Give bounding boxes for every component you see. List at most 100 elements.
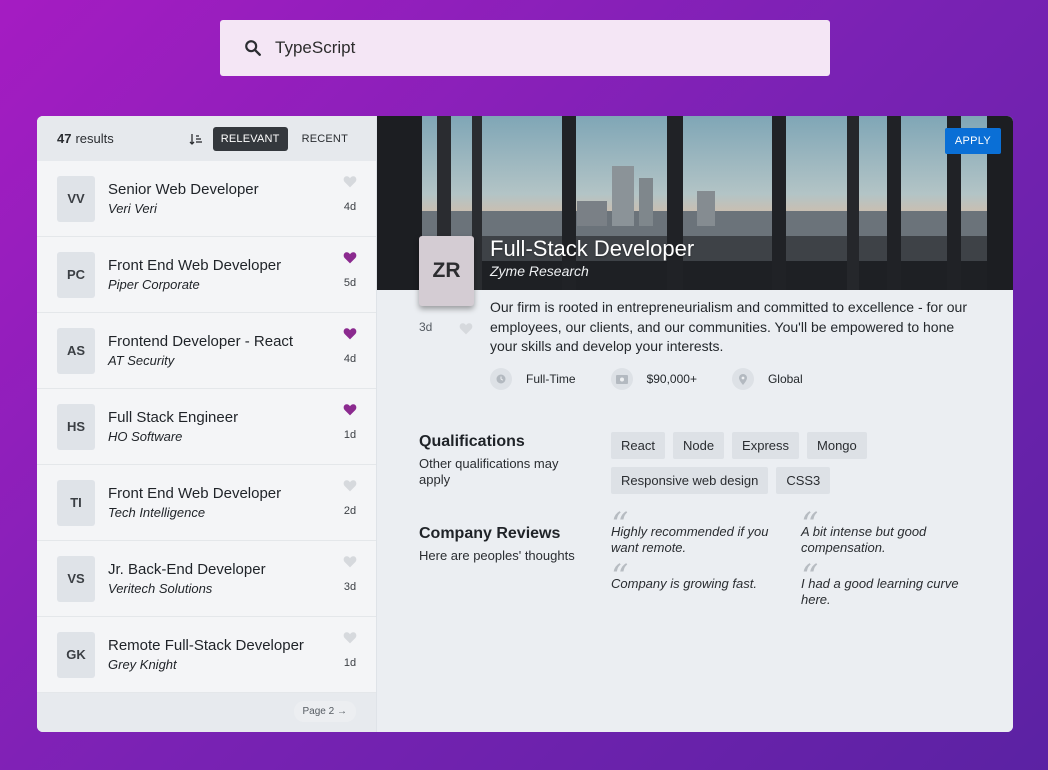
job-list-meta: 4d xyxy=(343,327,357,365)
job-list-text: Full Stack Engineer HO Software xyxy=(108,409,238,444)
fact-salary: $90,000+ xyxy=(610,368,697,390)
job-list-item[interactable]: VV Senior Web Developer Veri Veri 4d xyxy=(37,161,376,237)
job-list-title[interactable]: Front End Web Developer xyxy=(108,485,281,502)
review-quote: “Highly recommended if you want remote. xyxy=(611,508,801,556)
job-list-item[interactable]: GK Remote Full-Stack Developer Grey Knight… xyxy=(37,617,376,693)
company-avatar: HS xyxy=(57,403,95,450)
job-detail-panel: APPLY ZR Full-Stack Developer Zyme Resea… xyxy=(377,116,1013,732)
job-list-title[interactable]: Front End Web Developer xyxy=(108,257,281,274)
company-avatar: TI xyxy=(57,479,95,526)
heart-icon[interactable] xyxy=(343,479,357,492)
job-list-item[interactable]: AS Frontend Developer - React AT Security 4… xyxy=(37,313,376,389)
search-input[interactable]: TypeScript xyxy=(275,38,355,58)
apply-button[interactable]: APPLY xyxy=(944,128,1001,154)
job-list-meta: 4d xyxy=(343,175,357,213)
job-list-title[interactable]: Jr. Back-End Developer xyxy=(108,561,266,578)
heart-icon[interactable] xyxy=(343,403,357,416)
job-list-meta: 3d xyxy=(343,555,357,593)
qualification-tag: Responsive web design xyxy=(611,467,769,494)
company-avatar: PC xyxy=(57,251,95,298)
qualification-tag: Express xyxy=(732,432,800,459)
job-list-item[interactable]: TI Front End Web Developer Tech Intelligen… xyxy=(37,465,376,541)
job-list-meta: 1d xyxy=(343,631,357,669)
results-panel: 47 results RELEVANT RECENT VV Senior Web … xyxy=(37,116,377,732)
fact-job-type: Full-Time xyxy=(490,368,576,390)
review-quote: “A bit intense but good compensation. xyxy=(801,508,991,556)
review-text: I had a good learning curve here. xyxy=(801,576,959,607)
location-icon xyxy=(731,368,754,390)
job-list: VV Senior Web Developer Veri Veri 4d PC Front… xyxy=(37,161,376,693)
posted-days: 5d xyxy=(343,277,357,289)
posted-days: 1d xyxy=(343,657,357,669)
job-list-company: Grey Knight xyxy=(108,657,177,672)
job-company: Zyme Research xyxy=(490,263,589,279)
job-list-company: HO Software xyxy=(108,429,183,444)
fact-label: Global xyxy=(767,372,803,386)
qualifications-section: Qualifications Other qualifications may … xyxy=(419,433,589,488)
job-list-title[interactable]: Senior Web Developer xyxy=(108,181,259,198)
qualification-tag: Node xyxy=(672,432,725,459)
search-bar[interactable]: TypeScript xyxy=(220,20,830,76)
company-avatar: VV xyxy=(57,175,95,222)
job-list-title[interactable]: Frontend Developer - React xyxy=(108,333,293,350)
money-icon xyxy=(610,368,633,390)
posted-days: 4d xyxy=(343,353,357,365)
job-list-item[interactable]: HS Full Stack Engineer HO Software 1d xyxy=(37,389,376,465)
tab-relevant[interactable]: RELEVANT xyxy=(212,126,288,151)
posted-days: 3d xyxy=(343,581,357,593)
posted-days: 1d xyxy=(343,429,357,441)
heart-icon[interactable] xyxy=(459,322,473,335)
heart-icon[interactable] xyxy=(343,555,357,568)
fact-location: Global xyxy=(731,368,803,390)
results-toolbar: 47 results RELEVANT RECENT xyxy=(37,116,376,161)
next-page-button[interactable]: Page 2 → xyxy=(293,701,356,722)
job-list-meta: 1d xyxy=(343,403,357,441)
company-avatar: VS xyxy=(57,555,95,602)
job-list-text: Front End Web Developer Tech Intelligence xyxy=(108,485,281,520)
job-list-text: Senior Web Developer Veri Veri xyxy=(108,181,259,216)
company-logo: ZR xyxy=(419,236,474,306)
job-list-company: Tech Intelligence xyxy=(108,505,206,520)
job-list-company: Veritech Solutions xyxy=(108,581,213,596)
heart-icon[interactable] xyxy=(343,251,357,264)
tab-recent[interactable]: RECENT xyxy=(294,127,356,151)
job-list-title[interactable]: Remote Full-Stack Developer xyxy=(108,637,304,654)
heart-icon[interactable] xyxy=(343,175,357,188)
posted-days: 2d xyxy=(343,505,357,517)
job-description: Our firm is rooted in entrepreneurialism… xyxy=(490,299,967,354)
job-list-company: Piper Corporate xyxy=(108,277,200,292)
clock-icon xyxy=(490,368,512,390)
job-board-card: 47 results RELEVANT RECENT VV Senior Web … xyxy=(37,116,1013,732)
job-list-text: Front End Web Developer Piper Corporate xyxy=(108,257,281,292)
posted-days: 3d xyxy=(419,320,433,334)
heart-icon[interactable] xyxy=(343,327,357,340)
job-list-text: Jr. Back-End Developer Veritech Solutions xyxy=(108,561,266,596)
company-avatar: GK xyxy=(57,631,95,678)
qualifications-title: Qualifications xyxy=(419,433,525,450)
fact-label: Full-Time xyxy=(526,372,576,386)
job-list-text: Frontend Developer - React AT Security xyxy=(108,333,293,368)
results-label: results xyxy=(75,131,114,146)
qualification-tag: Mongo xyxy=(807,432,867,459)
job-list-company: AT Security xyxy=(108,353,175,368)
job-list-company: Veri Veri xyxy=(108,201,157,216)
job-facts: Full-Time $90,000+ Global xyxy=(490,368,838,390)
posted-days: 4d xyxy=(343,201,357,213)
job-list-title[interactable]: Full Stack Engineer xyxy=(108,409,238,426)
sort-icon[interactable] xyxy=(189,132,203,146)
job-list-meta: 2d xyxy=(343,479,357,517)
fact-label: $90,000+ xyxy=(646,372,697,386)
job-list-meta: 5d xyxy=(343,251,357,289)
search-icon xyxy=(245,40,261,56)
review-text: Company is growing fast. xyxy=(611,576,757,591)
qualification-tag: CSS3 xyxy=(776,467,831,494)
job-list-item[interactable]: VS Jr. Back-End Developer Veritech Solutio… xyxy=(37,541,376,617)
company-avatar: AS xyxy=(57,327,95,374)
reviews-section: Company Reviews Here are peoples' though… xyxy=(419,525,589,564)
reviews-subtitle: Here are peoples' thoughts xyxy=(419,548,575,563)
reviews-title: Company Reviews xyxy=(419,525,561,542)
qualifications-subtitle: Other qualifications may apply xyxy=(419,456,559,487)
heart-icon[interactable] xyxy=(343,631,357,644)
job-list-item[interactable]: PC Front End Web Developer Piper Corporate… xyxy=(37,237,376,313)
job-list-text: Remote Full-Stack Developer Grey Knight xyxy=(108,637,304,672)
